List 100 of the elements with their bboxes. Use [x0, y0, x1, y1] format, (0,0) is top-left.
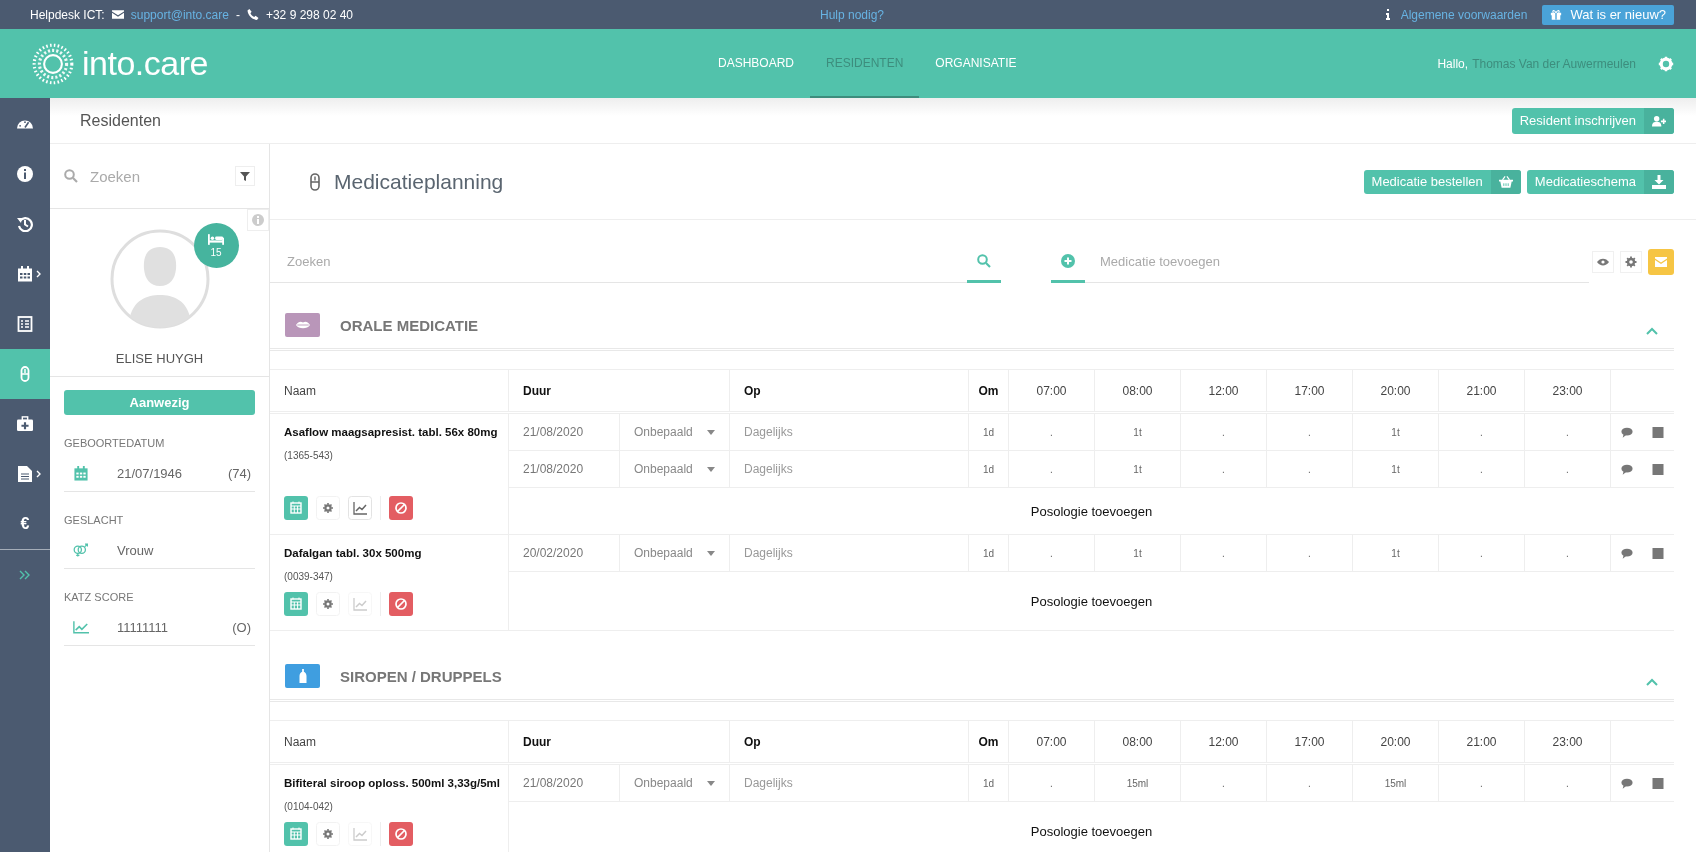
terms-link[interactable]: Algemene voorwaarden	[1400, 7, 1528, 22]
field-value: 11111111	[117, 619, 170, 635]
checklist-icon	[17, 316, 33, 332]
comment-icon[interactable]	[1620, 426, 1633, 438]
email-link[interactable]: support@into.care	[130, 7, 229, 22]
gender-icon	[73, 542, 89, 558]
dose-cell: 1t	[1095, 414, 1181, 450]
calendar-icon	[73, 465, 89, 481]
square-icon[interactable]	[1652, 547, 1665, 559]
settings-button[interactable]	[316, 496, 340, 520]
chart-button[interactable]	[348, 496, 372, 520]
room-number: 15	[210, 246, 222, 258]
enroll-button[interactable]: Resident inschrijven	[1511, 107, 1674, 134]
add-posology-link[interactable]: Posologie toevoegen	[1030, 593, 1153, 609]
section-title: SIROPEN / DRUPPELS	[340, 667, 503, 685]
dose-cell: 1t	[1095, 451, 1181, 487]
column-header: 23:00	[1525, 370, 1611, 411]
medication-code: (1365-543)	[284, 450, 334, 461]
column-header: 07:00	[1009, 370, 1095, 411]
comment-icon[interactable]	[1620, 463, 1633, 475]
medication-name: Dafalgan tabl. 30x 500mg	[284, 546, 423, 561]
comment-icon[interactable]	[1620, 777, 1633, 789]
stop-button[interactable]	[389, 496, 413, 520]
helpdesk-label: Helpdesk ICT:	[30, 7, 105, 22]
column-header: 21:00	[1439, 721, 1525, 762]
duration-dropdown[interactable]: Onbepaald	[620, 765, 730, 801]
start-date: 21/08/2020	[509, 765, 620, 801]
dose-cell: .	[1009, 414, 1095, 450]
status-button[interactable]: Aanwezig	[64, 390, 255, 415]
dose-cell: .	[1267, 451, 1353, 487]
info-icon	[17, 166, 33, 182]
add-posology-link[interactable]: Posologie toevoegen	[1030, 823, 1153, 839]
medkit-icon	[17, 416, 33, 432]
medication-name: Bifiteral siroop oploss. 500ml 3,33g/5ml	[284, 776, 502, 791]
dose-cell: .	[1181, 535, 1267, 571]
plus-icon	[1061, 253, 1075, 268]
chart-icon	[73, 619, 89, 635]
stop-button[interactable]	[389, 822, 413, 846]
column-header: 12:00	[1181, 721, 1267, 762]
medication-search-field[interactable]: Zoeken	[285, 241, 967, 282]
settings-icon[interactable]	[1620, 251, 1642, 273]
add-posology-link[interactable]: Posologie toevoegen	[1030, 503, 1153, 519]
column-header: Duur	[509, 370, 730, 411]
dose-cell: .	[1267, 535, 1353, 571]
separator-text: -	[235, 7, 240, 22]
square-icon[interactable]	[1652, 463, 1665, 475]
field-extra: (O)	[232, 619, 251, 635]
dose-cell: .	[1525, 451, 1611, 487]
frequency-cell: Dagelijks	[730, 451, 969, 487]
filter-icon[interactable]	[235, 166, 255, 186]
eye-icon[interactable]	[1592, 251, 1614, 273]
field-value: Vrouw	[117, 542, 155, 558]
frequency-cell: Dagelijks	[730, 414, 969, 450]
rail-item[interactable]: €	[0, 499, 50, 549]
duration-dropdown[interactable]: Onbepaald	[620, 535, 730, 571]
duration-dropdown[interactable]: Onbepaald	[620, 451, 730, 487]
column-header: 20:00	[1353, 370, 1439, 411]
dose-cell: .	[1181, 765, 1267, 801]
column-header: 12:00	[1181, 370, 1267, 411]
logo-text: into.care	[82, 44, 208, 83]
nav-tab[interactable]: DASHBOARD	[702, 29, 810, 98]
duration-dropdown[interactable]: Onbepaald	[620, 414, 730, 450]
settings-button[interactable]	[316, 822, 340, 846]
gift-icon	[1550, 9, 1563, 20]
interval-cell: 1d	[969, 414, 1009, 450]
dose-cell: .	[1525, 414, 1611, 450]
medication-name: Asaflow maagsapresist. tabl. 56x 80mg	[284, 425, 499, 440]
medication-add-field[interactable]: Medicatie toevoegen	[1085, 241, 1589, 282]
dose-cell: 1t	[1353, 414, 1439, 450]
chevron-icon	[36, 470, 41, 478]
toolbar-button[interactable]: Medicatie bestellen	[1363, 169, 1521, 194]
medication-code: (0104-042)	[284, 801, 334, 812]
interval-cell: 1d	[969, 451, 1009, 487]
basket-icon	[1498, 174, 1513, 189]
whats-new-button[interactable]: Wat is er nieuw?	[1542, 4, 1674, 25]
dose-cell: .	[1181, 451, 1267, 487]
column-header: Op	[730, 721, 969, 762]
greeting-text: Hallo,	[1437, 56, 1469, 71]
comment-icon[interactable]	[1620, 547, 1633, 559]
download-icon	[1652, 174, 1666, 189]
caret-icon	[707, 466, 715, 472]
caret-icon	[707, 550, 715, 556]
stop-button[interactable]	[389, 592, 413, 616]
square-icon[interactable]	[1652, 426, 1665, 438]
resident-name: ELISE HUYGH	[115, 351, 204, 366]
toolbar-button[interactable]: Medicatieschema	[1526, 169, 1674, 194]
column-header: 20:00	[1353, 721, 1439, 762]
help-link[interactable]: Hulp nodig?	[819, 7, 885, 22]
dose-cell: .	[1267, 765, 1353, 801]
resident-search-field[interactable]: Zoeken	[88, 166, 225, 186]
column-header: 08:00	[1095, 721, 1181, 762]
settings-button[interactable]	[316, 592, 340, 616]
dose-cell: 1t	[1095, 535, 1181, 571]
square-icon[interactable]	[1652, 777, 1665, 789]
dose-cell: .	[1439, 535, 1525, 571]
start-date: 20/02/2020	[509, 535, 620, 571]
field-label: GEBOORTEDATUM	[64, 437, 166, 449]
expand-icon[interactable]	[19, 570, 31, 580]
nav-tab[interactable]: ORGANISATIE	[919, 29, 1033, 98]
column-header: 23:00	[1525, 721, 1611, 762]
